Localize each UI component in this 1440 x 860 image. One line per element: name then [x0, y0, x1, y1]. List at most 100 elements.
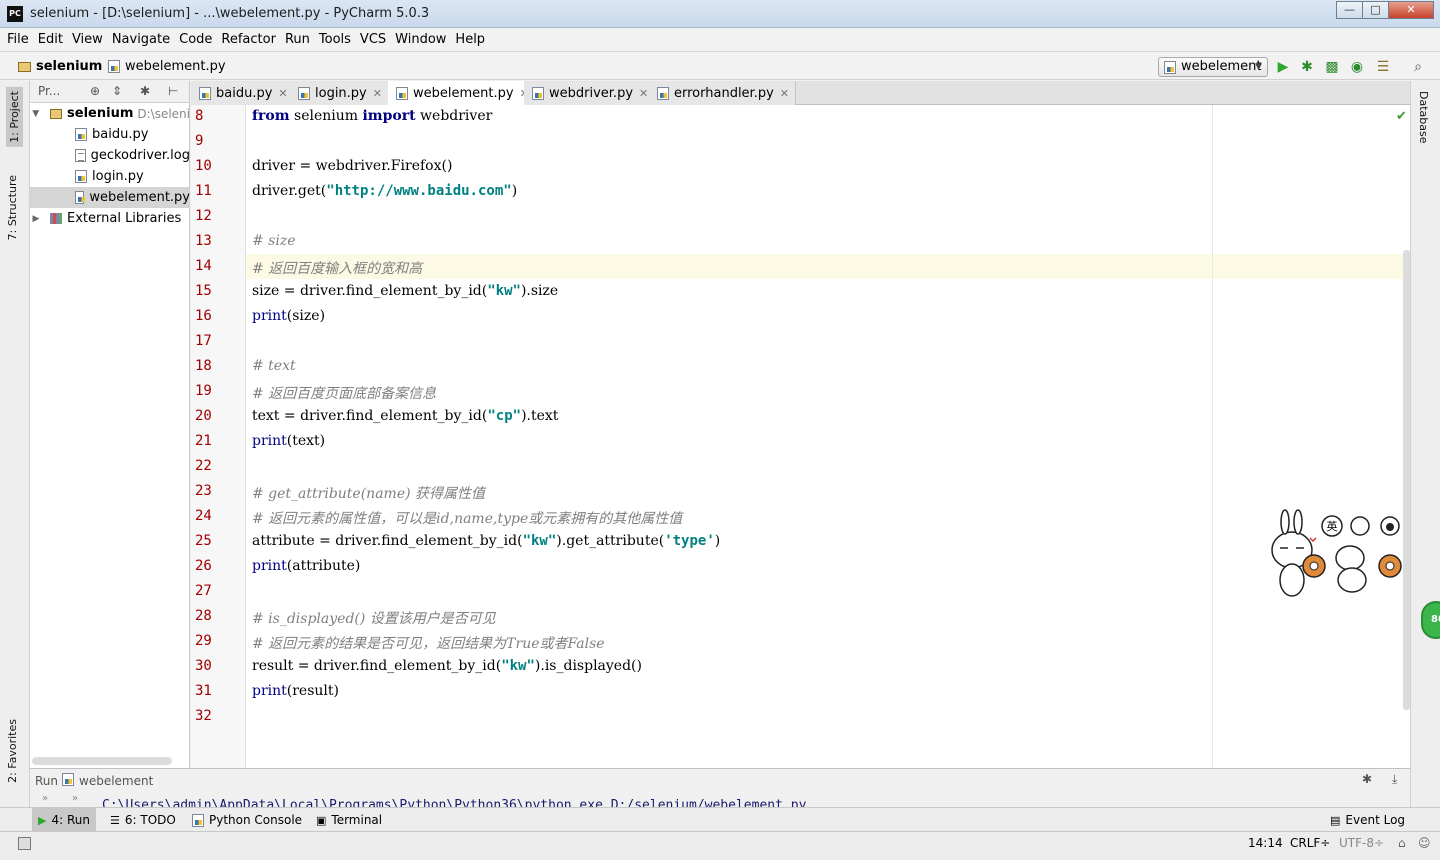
vertical-scrollbar[interactable] — [1403, 250, 1410, 710]
run-configuration-selector[interactable]: webelement ▼ — [1158, 57, 1268, 77]
tab-label: errorhandler.py — [674, 85, 774, 101]
menu-bar: File Edit View Navigate Code Refactor Ru… — [0, 28, 1440, 52]
close-button[interactable]: ✕ — [1388, 1, 1434, 19]
python-file-icon — [108, 60, 120, 73]
lock-icon[interactable]: ⌂ — [1398, 836, 1406, 850]
line-separator[interactable]: CRLF÷ — [1290, 836, 1330, 850]
tab-label: baidu.py — [216, 85, 273, 101]
library-icon — [50, 213, 62, 224]
debug-icon[interactable]: ✱ — [1298, 58, 1316, 76]
navigation-bar: selenium › webelement.py webelement ▼ ▶ … — [0, 53, 1440, 80]
breadcrumb-project[interactable]: selenium › — [18, 59, 116, 74]
hide-panel-icon[interactable]: ⊢ — [168, 84, 178, 98]
caret-position[interactable]: 14:14 — [1248, 836, 1283, 850]
tree-item-webelement-py[interactable]: webelement.py — [30, 187, 190, 208]
menu-help[interactable]: Help — [455, 32, 485, 47]
scroll-from-source-icon[interactable]: ⊕ — [90, 84, 100, 98]
line-number: 25 — [195, 533, 212, 549]
close-tab-icon[interactable]: ✕ — [373, 82, 382, 105]
event-log-button[interactable]: ▤ Event Log — [1330, 813, 1405, 827]
inspection-ok-icon: ✔ — [1396, 109, 1407, 124]
tab-run[interactable]: ▶ 4: Run — [32, 808, 96, 832]
tab-python-console[interactable]: Python Console — [192, 813, 302, 827]
python-file-icon — [657, 86, 669, 100]
coverage-icon[interactable]: ▩ — [1323, 58, 1341, 76]
project-view-selector[interactable]: Pr... — [38, 84, 60, 98]
menu-run[interactable]: Run — [285, 32, 310, 47]
line-number: 28 — [195, 608, 212, 624]
python-file-icon — [75, 128, 87, 141]
inspector-icon[interactable]: ☺ — [1418, 836, 1431, 850]
run-icon[interactable]: ▶ — [1274, 58, 1292, 76]
close-tab-icon[interactable]: ✕ — [639, 82, 648, 105]
tree-item-geckodriver-log[interactable]: geckodriver.log — [30, 145, 190, 166]
menu-refactor[interactable]: Refactor — [221, 32, 276, 47]
tab-terminal[interactable]: ▣ Terminal — [316, 813, 382, 827]
menu-window[interactable]: Window — [395, 32, 446, 47]
menu-file[interactable]: File — [7, 32, 29, 47]
profile-icon[interactable]: ◉ — [1348, 58, 1366, 76]
tree-item-login-py[interactable]: login.py — [30, 166, 190, 187]
line-number: 31 — [195, 683, 212, 699]
line-number: 14 — [195, 258, 212, 274]
code-line: # 返回百度页面底部备案信息 — [252, 386, 437, 402]
tab-todo[interactable]: ☰ 6: TODO — [110, 813, 176, 827]
menu-navigate[interactable]: Navigate — [112, 32, 170, 47]
tab-label: login.py — [315, 85, 367, 101]
favorites-tool-tab[interactable]: 2: Favorites — [6, 719, 19, 783]
collapse-all-icon[interactable]: ⇕ — [112, 84, 122, 98]
menu-code[interactable]: Code — [179, 32, 212, 47]
tab-webelement-py[interactable]: webelement.py ✕ — [388, 81, 536, 106]
expand-icon[interactable]: » — [72, 793, 78, 804]
settings-gear-icon[interactable]: ✱ — [140, 84, 150, 98]
database-tool-tab[interactable]: Database — [1417, 91, 1430, 144]
line-number: 17 — [195, 333, 212, 349]
rabbit-sticker: 英 — [1271, 509, 1402, 597]
code-editor[interactable]: 8 9 10 11 12 13 14 15 16 17 18 19 20 21 22 23 24 25 26 27 28… — [191, 105, 1410, 768]
rerun-icon[interactable]: » — [42, 793, 48, 804]
close-tab-icon[interactable]: ✕ — [780, 82, 789, 105]
project-panel-toolbar: Pr... ⊕ ⇕ ✱ ⊢ — [30, 81, 189, 103]
menu-vcs[interactable]: VCS — [360, 32, 386, 47]
tab-baidu-py[interactable]: baidu.py ✕ — [191, 81, 295, 105]
project-tool-tab[interactable]: 1: Project — [6, 87, 23, 147]
hide-panel-icon[interactable]: ⤓ — [1392, 772, 1397, 787]
breadcrumb-project-label: selenium — [36, 59, 103, 74]
line-number: 8 — [195, 108, 204, 124]
menu-edit[interactable]: Edit — [38, 32, 63, 47]
close-tab-icon[interactable]: ✕ — [278, 82, 287, 105]
file-encoding[interactable]: UTF-8÷ — [1339, 836, 1384, 850]
line-number: 20 — [195, 408, 212, 424]
code-line: # 返回元素的属性值，可以是id,name,type或元素拥有的其他属性值 — [252, 511, 683, 527]
tree-item-external-libraries[interactable]: ▶ External Libraries — [30, 208, 190, 229]
toggle-tool-windows-icon[interactable] — [18, 837, 31, 850]
code-line: # get_attribute(name) 获得属性值 — [252, 486, 486, 502]
menu-tools[interactable]: Tools — [319, 32, 351, 47]
expand-arrow-icon[interactable]: ▶ — [30, 214, 42, 224]
tree-item-path: D:\seleni — [137, 106, 190, 121]
menu-view[interactable]: View — [72, 32, 103, 47]
floating-badge[interactable]: 80 — [1421, 601, 1440, 639]
line-number: 16 — [195, 308, 212, 324]
search-everywhere-icon[interactable]: ⌕ — [1409, 58, 1427, 76]
maximize-button[interactable]: □ — [1362, 1, 1389, 19]
breadcrumb-file[interactable]: webelement.py — [108, 59, 226, 74]
tab-login-py[interactable]: login.py ✕ — [290, 81, 389, 105]
tree-item-selenium[interactable]: ▼ selenium D:\seleni — [30, 103, 190, 124]
code-line: size = driver.find_element_by_id("kw").s… — [252, 283, 559, 299]
code-line: print(attribute) — [252, 558, 361, 574]
build-icon[interactable]: ☰ — [1374, 58, 1392, 76]
settings-gear-icon[interactable]: ✱ — [1362, 772, 1372, 786]
expand-arrow-icon[interactable]: ▼ — [30, 109, 42, 119]
terminal-icon: ▣ — [316, 813, 327, 827]
python-file-icon — [532, 86, 544, 100]
chevron-down-icon: ▼ — [1255, 62, 1262, 72]
tree-item-baidu-py[interactable]: baidu.py — [30, 124, 190, 145]
tab-errorhandler-py[interactable]: errorhandler.py ✕ — [649, 81, 796, 105]
code-line: result = driver.find_element_by_id("kw")… — [252, 658, 642, 674]
horizontal-scrollbar[interactable] — [32, 757, 172, 765]
minimize-button[interactable]: — — [1336, 1, 1363, 19]
tab-webdriver-py[interactable]: webdriver.py ✕ — [524, 81, 656, 105]
structure-tool-tab[interactable]: 7: Structure — [6, 175, 19, 240]
tab-label: webdriver.py — [549, 85, 634, 101]
